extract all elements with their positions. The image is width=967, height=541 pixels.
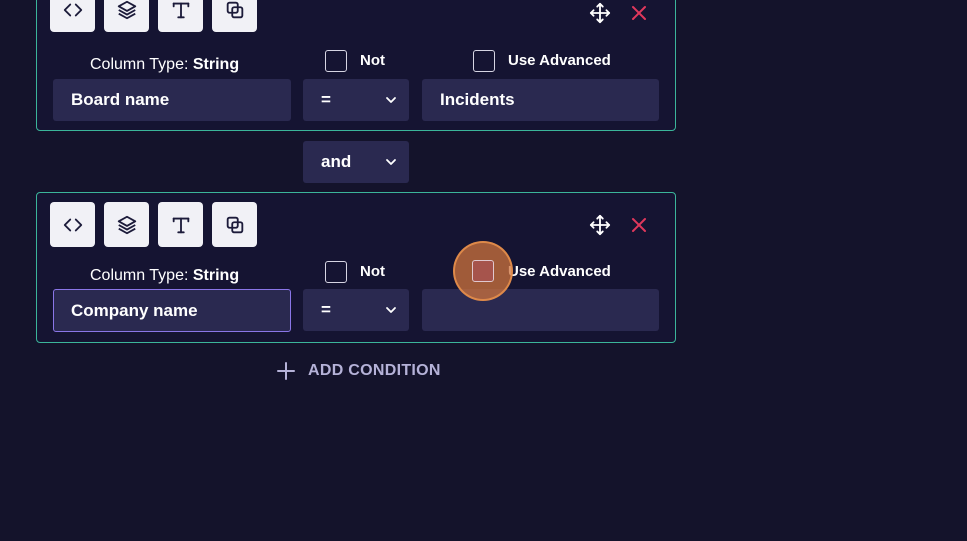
column-name-field[interactable]: Board name: [53, 79, 291, 121]
code-icon: [63, 218, 82, 231]
copy-icon-button[interactable]: [212, 0, 257, 32]
code-icon: [63, 3, 82, 16]
copy-icon: [226, 1, 243, 18]
copy-icon: [226, 216, 243, 233]
add-condition-label: ADD CONDITION: [308, 362, 441, 379]
layers-icon-button[interactable]: [104, 202, 149, 247]
filter-editor: Column Type: String Not Use Advanced Boa…: [0, 0, 967, 541]
chevron-down-icon: [385, 96, 397, 104]
condition-card-1: Column Type: String Not Use Advanced Boa…: [36, 0, 676, 131]
move-icon[interactable]: [588, 213, 612, 237]
operator-select[interactable]: =: [303, 289, 409, 331]
text-icon: [172, 2, 189, 18]
operator-value: =: [321, 90, 331, 109]
column-name-field[interactable]: Company name: [53, 289, 291, 332]
move-icon[interactable]: [588, 1, 612, 25]
layers-icon: [117, 215, 136, 234]
use-advanced-checkbox[interactable]: [473, 50, 495, 72]
add-condition-button[interactable]: ADD CONDITION: [276, 361, 441, 381]
not-checkbox[interactable]: [325, 261, 347, 283]
connector-select[interactable]: and: [303, 141, 409, 183]
not-label: Not: [360, 263, 385, 280]
column-type-value: String: [192, 267, 240, 284]
code-icon-button[interactable]: [50, 202, 95, 247]
value-field[interactable]: Incidents: [422, 79, 659, 121]
plus-icon: [277, 362, 295, 380]
chevron-down-icon: [385, 158, 397, 166]
copy-icon-button[interactable]: [212, 202, 257, 247]
text-icon-button[interactable]: [158, 0, 203, 32]
chevron-down-icon: [385, 306, 397, 314]
operator-value: =: [321, 300, 331, 319]
close-icon[interactable]: [627, 1, 651, 25]
text-icon: [172, 217, 189, 233]
value-field[interactable]: [422, 289, 659, 331]
column-type-label: Column Type: String: [90, 56, 239, 74]
column-type-prefix: Column Type:: [90, 267, 189, 284]
column-type-value: String: [192, 56, 240, 73]
use-advanced-checkbox[interactable]: [472, 260, 494, 282]
column-type-prefix: Column Type:: [90, 56, 189, 73]
code-icon-button[interactable]: [50, 0, 95, 32]
text-icon-button[interactable]: [158, 202, 203, 247]
condition-card-2: Column Type: String Not Use Advanced Com…: [36, 192, 676, 343]
not-checkbox[interactable]: [325, 50, 347, 72]
layers-icon-button[interactable]: [104, 0, 149, 32]
connector-value: and: [321, 152, 352, 171]
not-label: Not: [360, 52, 385, 69]
column-type-label: Column Type: String: [90, 267, 239, 285]
close-icon[interactable]: [627, 213, 651, 237]
use-advanced-label: Use Advanced: [508, 263, 611, 280]
operator-select[interactable]: =: [303, 79, 409, 121]
use-advanced-label: Use Advanced: [508, 52, 611, 69]
layers-icon: [117, 0, 136, 19]
